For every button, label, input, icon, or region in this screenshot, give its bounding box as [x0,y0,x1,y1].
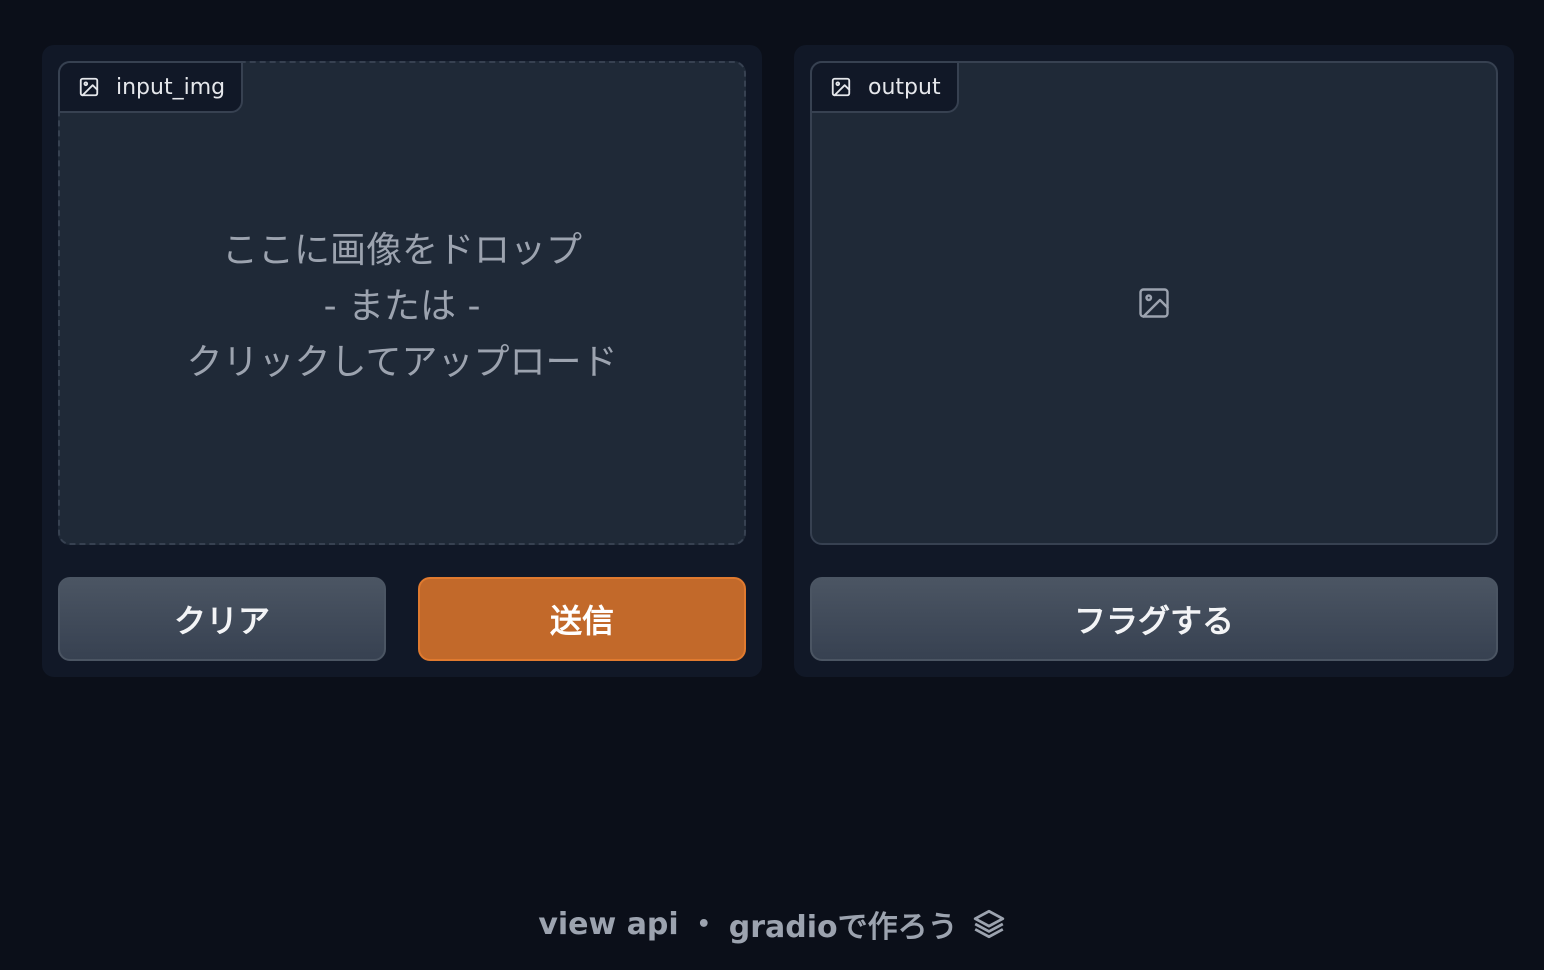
input-block-label: input_img [58,61,244,113]
clear-button[interactable]: クリア [58,577,386,661]
footer-separator: • [696,911,711,937]
built-with-gradio-link[interactable]: gradioで作ろう [729,902,958,946]
image-dropzone[interactable]: input_img ここに画像をドロップ - または - クリックしてアップロー… [58,61,746,545]
flag-button[interactable]: フラグする [810,577,1498,661]
drop-line-2: - または - [323,286,481,327]
empty-image-icon [1139,288,1169,318]
image-output: output [810,61,1498,545]
footer: view api • gradioで作ろう [0,900,1544,948]
input-panel: input_img ここに画像をドロップ - または - クリックしてアップロー… [42,45,762,677]
drop-line-1: ここに画像をドロップ [221,230,582,271]
submit-button[interactable]: 送信 [418,577,746,661]
view-api-link[interactable]: view api [538,907,678,942]
output-block-label: output [810,61,959,113]
output-label-text: output [868,74,941,100]
gradio-logo-icon [973,909,1004,939]
drop-line-3: クリックしてアップロード [186,342,618,383]
input-label-text: input_img [116,74,226,100]
image-icon [831,77,851,97]
dropzone-instructions: ここに画像をドロップ - または - クリックしてアップロード [60,223,744,391]
image-icon [79,77,99,97]
output-panel: output フラグする [794,45,1514,677]
